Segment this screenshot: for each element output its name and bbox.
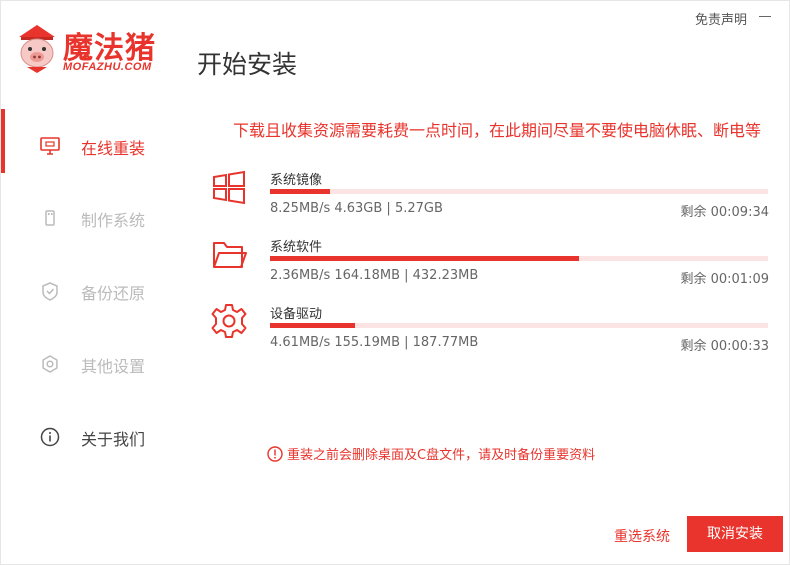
sidebar-item-label: 关于我们 — [81, 430, 146, 449]
logo: 魔法猪 MOFAZHU.COM — [15, 19, 175, 81]
minimize-button[interactable] — [757, 7, 773, 23]
logo-subtext: MOFAZHU.COM — [63, 61, 152, 73]
sidebar-item-label: 制作系统 — [81, 211, 146, 230]
reselect-system-button[interactable]: 重选系统 — [614, 526, 670, 546]
backup-icon — [42, 282, 58, 301]
warning-text: 重装之前会删除桌面及C盘文件，请及时备份重要资料 — [287, 448, 596, 463]
progress-track — [270, 189, 768, 194]
progress-fill — [270, 323, 355, 328]
download-item-name: 系统软件 — [270, 240, 323, 255]
sidebar-item-label: 备份还原 — [81, 284, 146, 303]
sidebar-item-other-settings[interactable]: 其他设置 — [1, 341, 181, 381]
download-stats: 2.36MB/s 164.18MB | 432.23MB — [270, 268, 479, 283]
sidebar-item-make-system[interactable]: 制作系统 — [1, 195, 181, 235]
time-remaining: 剩余 00:01:09 — [680, 272, 769, 287]
download-item-system-software: 系统软件 2.36MB/s 164.18MB | 432.23MB 剩余 00:… — [211, 236, 771, 296]
download-notice: 下载且收集资源需要耗费一点时间，在此期间尽量不要使电脑休眠、断电等 — [233, 121, 762, 140]
cancel-install-button[interactable]: 取消安装 — [687, 516, 783, 552]
active-indicator — [1, 109, 5, 173]
pig-mascot-icon — [19, 25, 55, 73]
disclaimer-link[interactable]: 免责声明 — [695, 9, 747, 28]
settings-icon — [42, 355, 58, 373]
download-item-system-image: 系统镜像 8.25MB/s 4.63GB | 5.27GB 剩余 00:09:3… — [211, 169, 771, 229]
installer-window: 魔法猪 MOFAZHU.COM 开始安装 免责声明 在线重装 制作系统 备份还原… — [0, 0, 790, 565]
warning-icon — [267, 446, 283, 462]
sidebar-item-online-reinstall[interactable]: 在线重装 — [1, 109, 181, 173]
progress-fill — [270, 189, 330, 194]
download-item-name: 设备驱动 — [270, 307, 323, 322]
sidebar-item-label: 其他设置 — [81, 357, 146, 376]
progress-track — [270, 323, 768, 328]
usb-icon — [45, 210, 55, 226]
time-remaining: 剩余 00:00:33 — [680, 339, 769, 354]
time-remaining: 剩余 00:09:34 — [680, 205, 769, 220]
folder-icon — [213, 242, 247, 268]
download-item-device-drivers: 设备驱动 4.61MB/s 155.19MB | 187.77MB 剩余 00:… — [211, 303, 771, 363]
page-title: 开始安装 — [197, 50, 298, 79]
windows-icon — [213, 170, 245, 205]
download-stats: 4.61MB/s 155.19MB | 187.77MB — [270, 335, 479, 350]
monitor-icon — [40, 137, 60, 155]
download-stats: 8.25MB/s 4.63GB | 5.27GB — [270, 201, 443, 216]
gear-icon — [211, 304, 247, 338]
backup-warning: 重装之前会删除桌面及C盘文件，请及时备份重要资料 — [267, 444, 595, 463]
sidebar-item-about-us[interactable]: 关于我们 — [1, 414, 181, 454]
download-item-name: 系统镜像 — [270, 173, 323, 188]
sidebar-item-backup-restore[interactable]: 备份还原 — [1, 268, 181, 308]
progress-fill — [270, 256, 579, 261]
info-icon — [40, 427, 60, 447]
sidebar-item-label: 在线重装 — [81, 139, 146, 158]
progress-track — [270, 256, 768, 261]
